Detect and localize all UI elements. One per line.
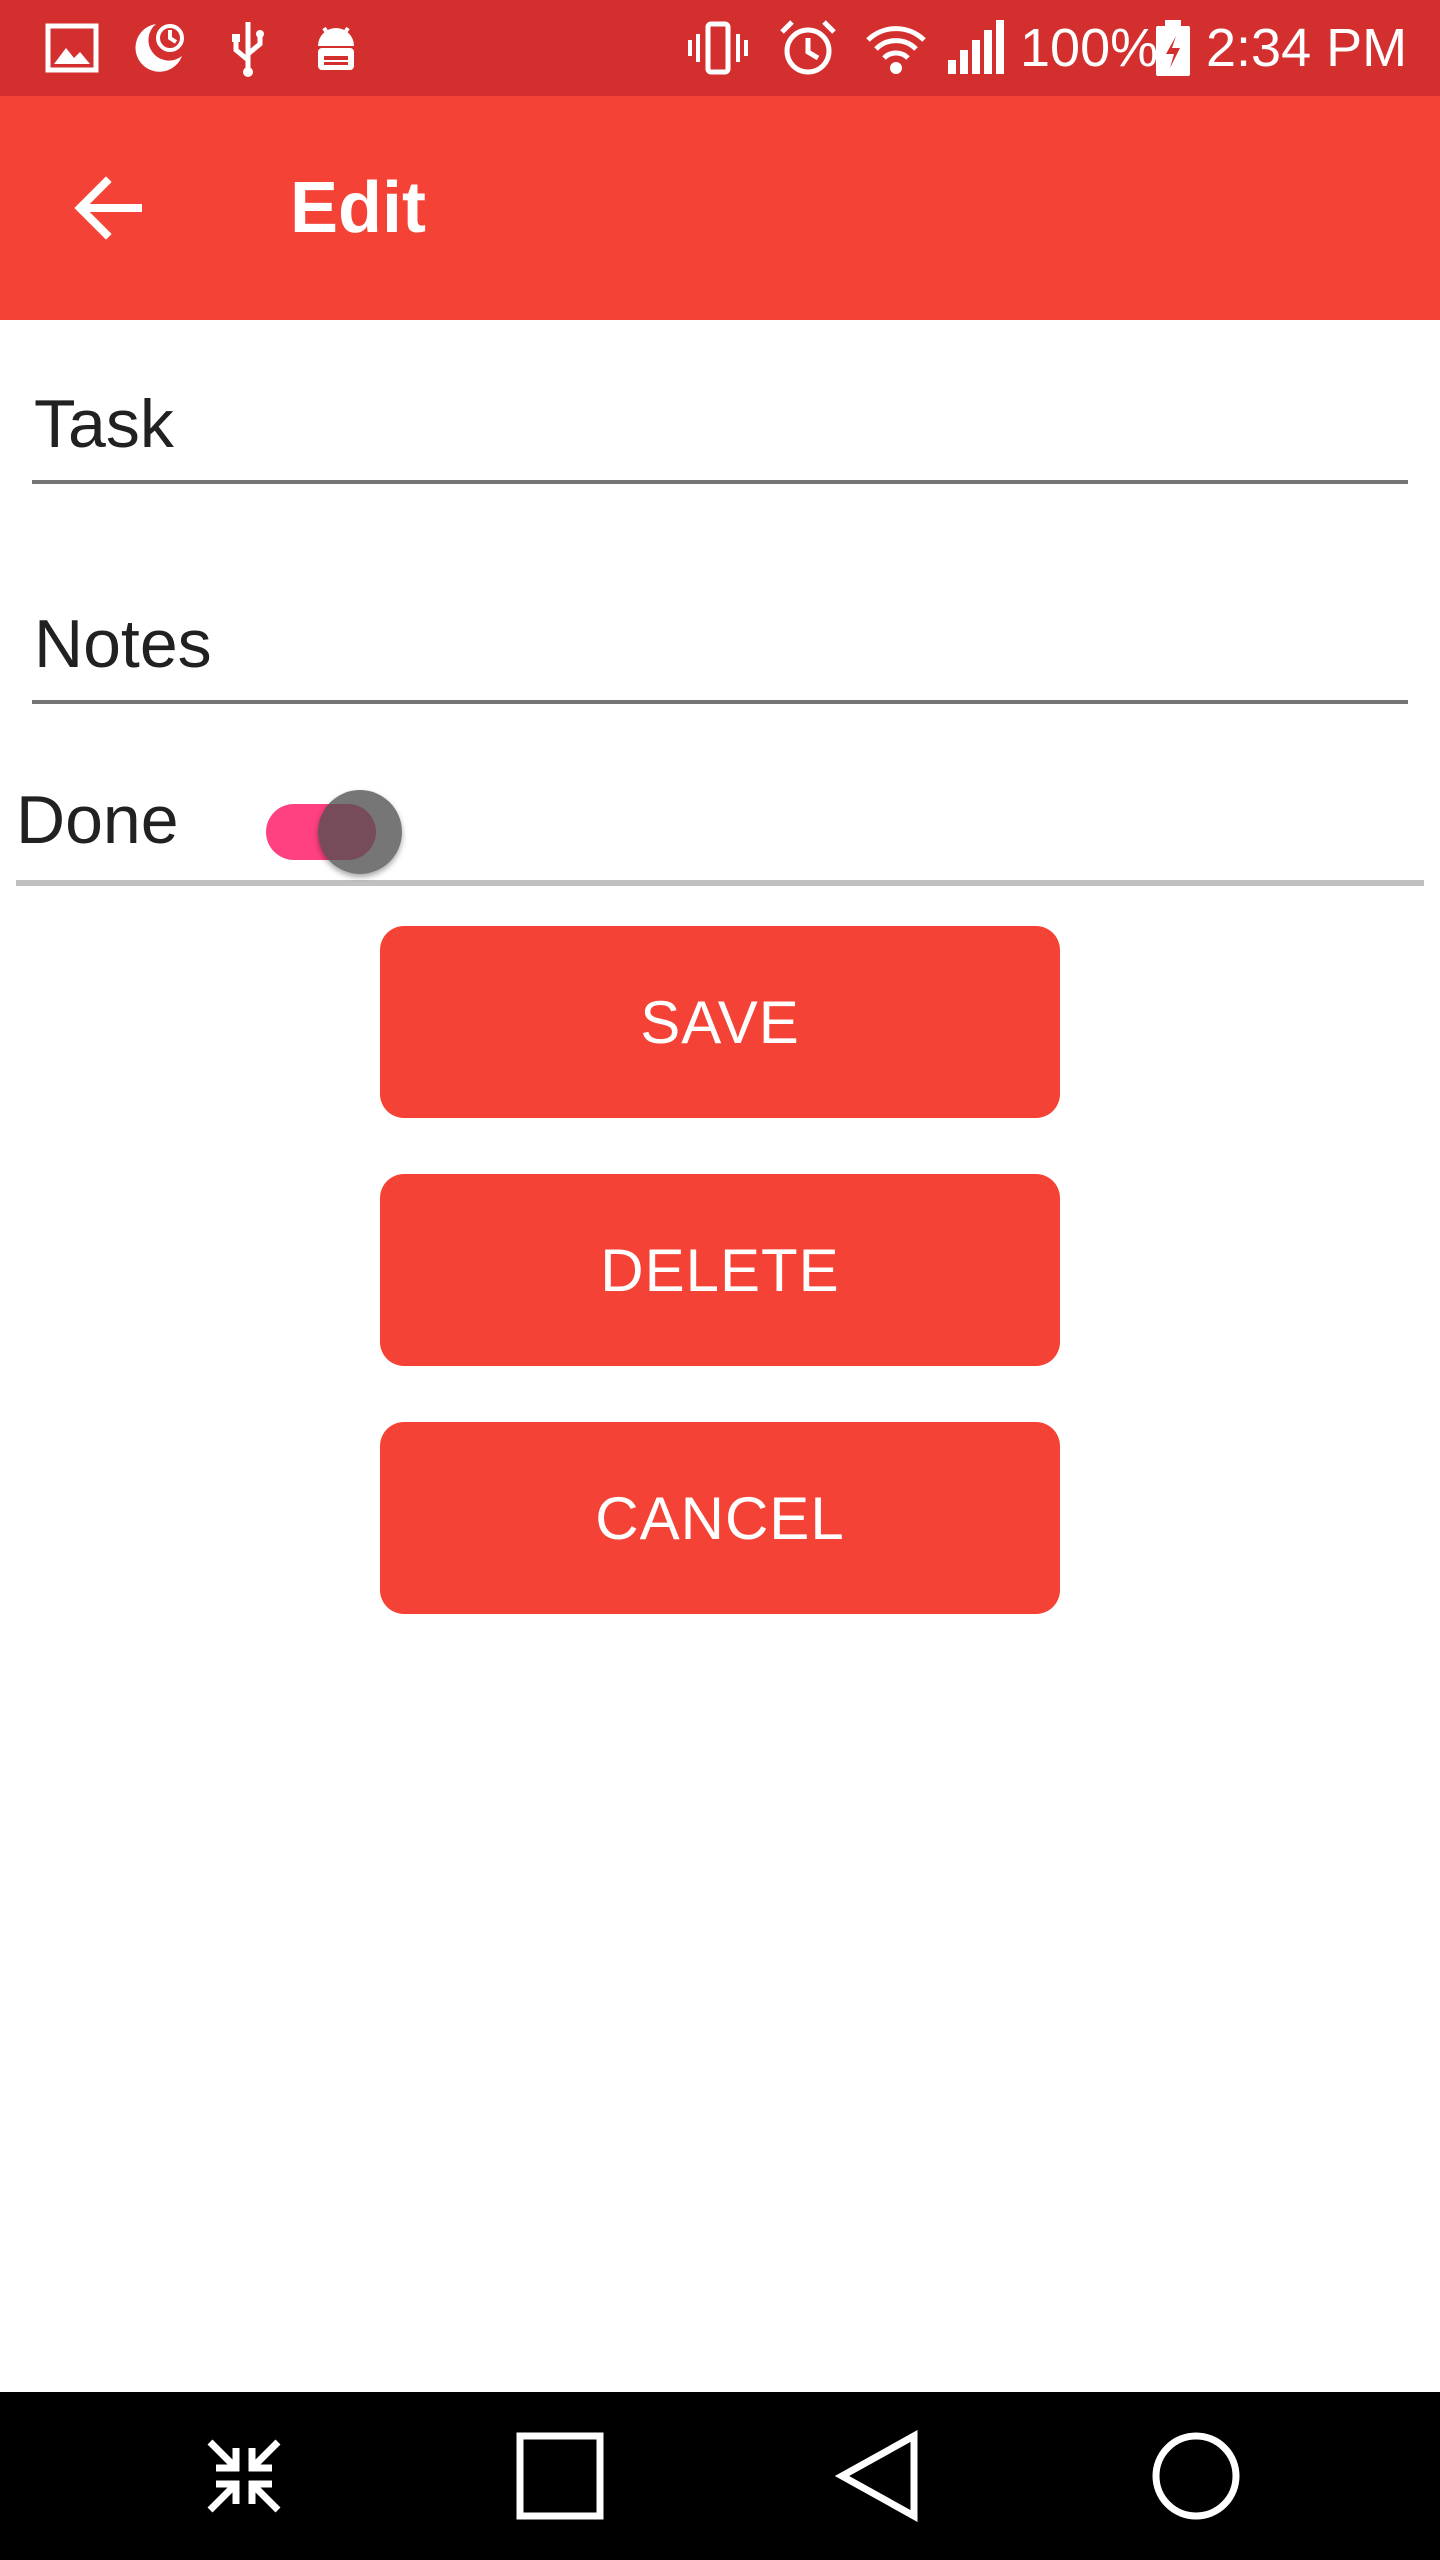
navigation-bar (0, 2392, 1440, 2560)
done-row: Done (16, 760, 1424, 886)
recents-icon (508, 2424, 612, 2528)
battery-percent: 100% (1020, 18, 1159, 78)
minimize-icon (192, 2424, 296, 2528)
status-bar: 100% 2:34 PM (0, 0, 1440, 96)
home-button[interactable] (1144, 2424, 1248, 2528)
vibrate-icon (686, 16, 750, 80)
edit-screen: 100% 2:34 PM Edit Done SAVE DELETE CANCE… (0, 0, 1440, 2560)
task-input[interactable] (32, 374, 1408, 474)
app-bar: Edit (0, 96, 1440, 320)
wifi-icon (864, 16, 928, 80)
android-debug-icon (304, 16, 368, 80)
page-title: Edit (290, 168, 426, 248)
done-switch[interactable] (242, 778, 402, 874)
back-nav-button[interactable] (828, 2424, 932, 2528)
clock: 2:34 PM (1206, 18, 1408, 78)
notes-field-container (32, 584, 1408, 704)
done-label: Done (16, 782, 179, 858)
usb-icon (216, 16, 280, 80)
image-icon (40, 16, 104, 80)
battery-charging-icon (1150, 16, 1196, 80)
notes-input[interactable] (32, 594, 1408, 694)
home-icon (1144, 2424, 1248, 2528)
cancel-button[interactable]: CANCEL (380, 1422, 1060, 1614)
arrow-back-icon (68, 168, 148, 248)
save-button[interactable]: SAVE (380, 926, 1060, 1118)
minimize-button[interactable] (192, 2424, 296, 2528)
delete-button[interactable]: DELETE (380, 1174, 1060, 1366)
do-not-disturb-icon (126, 16, 190, 80)
signal-icon (944, 16, 1008, 80)
switch-thumb (318, 790, 402, 874)
alarm-icon (776, 16, 840, 80)
task-field-container (32, 364, 1408, 484)
recents-button[interactable] (508, 2424, 612, 2528)
back-triangle-icon (828, 2424, 932, 2528)
back-button[interactable] (48, 160, 168, 256)
